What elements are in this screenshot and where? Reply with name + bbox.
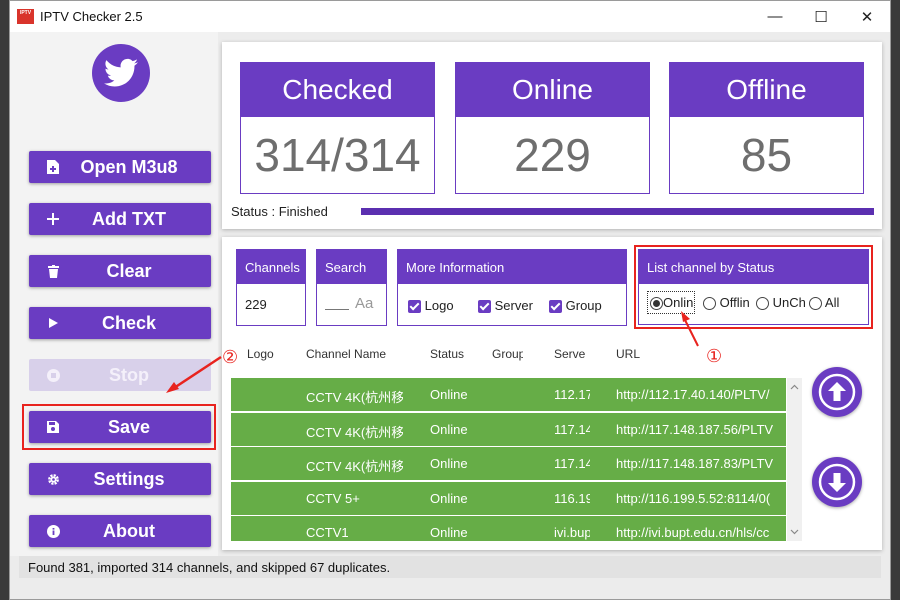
open-m3u8-button[interactable]: Open M3u8 <box>29 151 211 183</box>
settings-button[interactable]: Settings <box>29 463 211 495</box>
checked-value: 314/314 <box>254 129 421 181</box>
file-icon <box>45 159 61 175</box>
logo-checkbox[interactable]: Logo <box>408 298 454 314</box>
group-checkbox[interactable]: Group <box>549 298 602 314</box>
play-icon <box>45 315 61 331</box>
server-cell: 117.14 <box>554 422 590 437</box>
status-cell: Online <box>430 525 468 540</box>
column-channel-name[interactable]: Channel Name <box>306 347 386 361</box>
logo-option-label: Logo <box>424 298 454 313</box>
check-icon <box>549 300 562 314</box>
channel-name-cell: CCTV 4K(杭州移 <box>306 425 403 440</box>
table-row[interactable]: CCTV 4K(杭州移 Online 112.17 http://112.17.… <box>231 378 786 411</box>
status-cell: Online <box>430 387 468 402</box>
check-icon <box>478 300 491 314</box>
server-cell: 112.17 <box>554 387 590 402</box>
url-cell: http://117.148.187.83/PLTV <box>616 456 774 471</box>
column-status[interactable]: Status <box>430 347 464 361</box>
url-cell: http://ivi.bupt.edu.cn/hls/cc <box>616 525 770 540</box>
add-txt-button[interactable]: Add TXT <box>29 203 211 235</box>
check-button[interactable]: Check <box>29 307 211 339</box>
table-row[interactable]: CCTV 4K(杭州移 Online 117.14 http://117.148… <box>231 447 786 480</box>
vertical-scrollbar[interactable] <box>787 378 802 541</box>
checked-label: Checked <box>241 63 434 117</box>
trash-icon <box>45 263 61 279</box>
titlebar: IPTV IPTV Checker 2.5 — ☐ ✕ <box>10 1 890 32</box>
arrow-down-icon <box>818 463 856 501</box>
search-label: Search <box>317 250 386 284</box>
channel-name-cell: CCTV 4K(杭州移 <box>306 390 403 405</box>
status-cell: Online <box>430 422 468 437</box>
url-cell: http://116.199.5.52:8114/0( <box>616 491 771 506</box>
info-icon <box>45 523 61 539</box>
channels-count: 229 <box>245 297 267 312</box>
more-info-box: More Information Logo Server Group <box>397 249 627 326</box>
online-value: 229 <box>514 129 591 181</box>
url-cell: http://117.148.187.56/PLTV <box>616 422 774 437</box>
bird-icon <box>92 44 150 102</box>
plus-icon <box>45 211 61 227</box>
scroll-down-arrow-icon[interactable] <box>787 524 802 539</box>
annotation-box-status-filter <box>634 245 873 329</box>
server-option-label: Server <box>494 298 533 313</box>
clear-button[interactable]: Clear <box>29 255 211 287</box>
more-info-label: More Information <box>398 250 626 284</box>
channel-name-cell: CCTV 4K(杭州移 <box>306 459 403 474</box>
minimize-button[interactable]: — <box>752 1 798 32</box>
maximize-button[interactable]: ☐ <box>798 1 844 32</box>
online-label: Online <box>456 63 649 117</box>
about-button[interactable]: About <box>29 515 211 547</box>
checked-card: Checked 314/314 <box>240 62 435 194</box>
stop-button[interactable]: Stop <box>29 359 211 391</box>
annotation-box-save <box>22 404 216 450</box>
progress-fill <box>361 208 874 215</box>
channels-box: Channels 229 <box>236 249 306 326</box>
text-icon: Aa <box>355 295 374 312</box>
online-card: Online 229 <box>455 62 650 194</box>
status-text: Status : Finished <box>231 204 328 219</box>
gear-icon <box>45 471 61 487</box>
url-cell: http://112.17.40.140/PLTV/ <box>616 387 770 402</box>
channels-label: Channels <box>237 250 305 284</box>
close-button[interactable]: ✕ <box>844 1 890 32</box>
table-row[interactable]: CCTV1 Online ivi.bup http://ivi.bupt.edu… <box>231 516 786 541</box>
group-option-label: Group <box>565 298 602 313</box>
arrow-up-icon <box>818 373 856 411</box>
column-logo[interactable]: Logo <box>247 347 274 361</box>
table-row[interactable]: CCTV 5+ Online 116.19 http://116.199.5.5… <box>231 482 786 515</box>
window-title: IPTV Checker 2.5 <box>40 9 143 24</box>
stop-icon <box>45 367 61 383</box>
annotation-marker-2: ② <box>222 347 239 367</box>
server-cell: 116.19 <box>554 491 590 506</box>
column-group[interactable]: Group <box>492 347 523 361</box>
offline-card: Offline 85 <box>669 62 864 194</box>
server-cell: ivi.bup <box>554 525 590 540</box>
app-window: IPTV IPTV Checker 2.5 — ☐ ✕ Open M3u8 Ad… <box>9 0 891 600</box>
server-checkbox[interactable]: Server <box>478 298 533 314</box>
annotation-marker-1: ① <box>706 346 723 366</box>
app-icon: IPTV <box>17 9 34 24</box>
channel-name-cell: CCTV 5+ <box>306 491 360 506</box>
server-cell: 117.14 <box>554 456 590 471</box>
status-bar: Found 381, imported 314 channels, and sk… <box>19 556 881 578</box>
column-server[interactable]: Serve <box>554 347 585 361</box>
move-up-button[interactable] <box>812 367 862 417</box>
column-url[interactable]: URL <box>616 347 640 361</box>
table-row[interactable]: CCTV 4K(杭州移 Online 117.14 http://117.148… <box>231 413 786 446</box>
scroll-up-arrow-icon[interactable] <box>787 380 802 395</box>
search-input[interactable]: Aa <box>317 284 386 325</box>
search-box: Search Aa <box>316 249 387 326</box>
move-down-button[interactable] <box>812 457 862 507</box>
status-cell: Online <box>430 491 468 506</box>
offline-label: Offline <box>670 63 863 117</box>
status-cell: Online <box>430 456 468 471</box>
channel-name-cell: CCTV1 <box>306 525 349 540</box>
check-icon <box>408 300 421 314</box>
offline-value: 85 <box>740 129 793 181</box>
progress-bar <box>361 208 874 215</box>
